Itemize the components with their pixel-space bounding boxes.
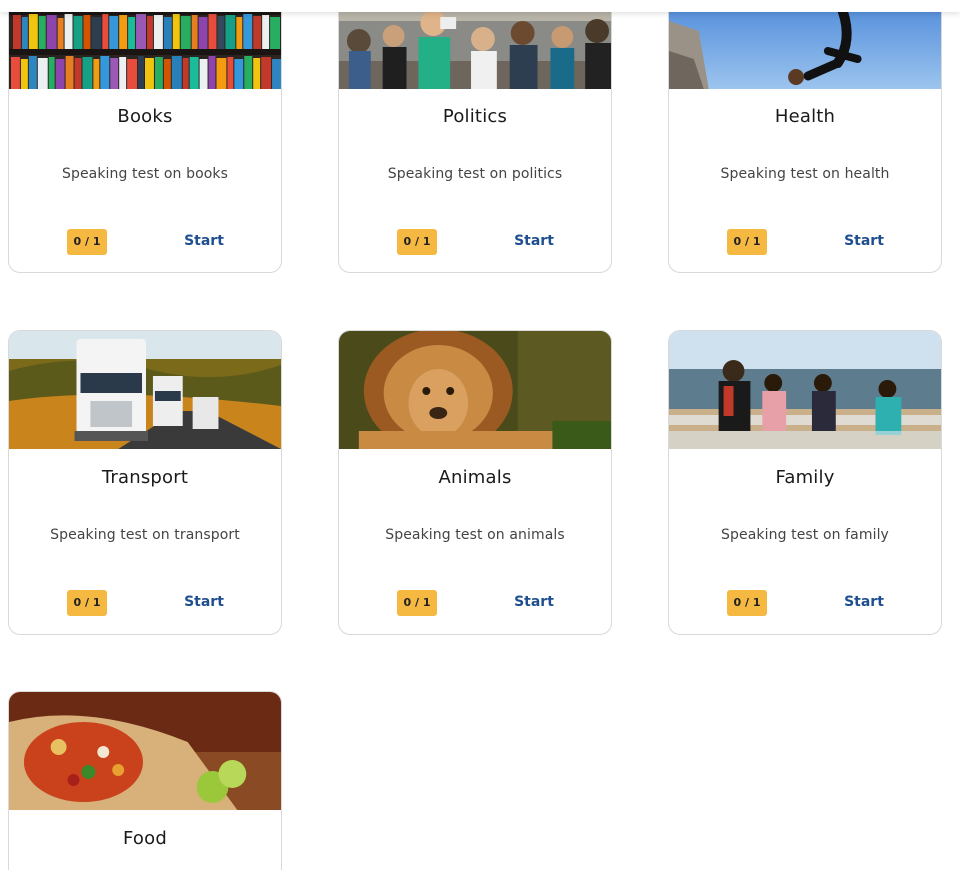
progress-badge: 0 / 1 <box>67 229 107 255</box>
progress-badge: 0 / 1 <box>397 590 437 616</box>
animals-image <box>339 331 611 449</box>
card-transport[interactable]: Transport Speaking test on transport 0 /… <box>8 330 282 635</box>
card-description: Speaking test on health <box>720 166 890 182</box>
card-food[interactable]: Food <box>8 691 282 870</box>
health-image <box>669 0 941 89</box>
start-button[interactable]: Start <box>819 233 909 249</box>
transport-image <box>9 331 281 449</box>
start-button[interactable]: Start <box>159 233 249 249</box>
card-description: Speaking test on family <box>721 527 889 543</box>
card-animals[interactable]: Animals Speaking test on animals 0 / 1 S… <box>338 330 612 635</box>
card-title: Animals <box>438 467 512 488</box>
top-bar <box>0 0 960 12</box>
start-button[interactable]: Start <box>489 233 579 249</box>
card-title: Politics <box>442 106 508 127</box>
start-button[interactable]: Start <box>819 594 909 610</box>
card-title: Family <box>775 467 835 488</box>
start-button[interactable]: Start <box>489 594 579 610</box>
progress-badge: 0 / 1 <box>727 229 767 255</box>
card-title: Transport <box>101 467 189 488</box>
card-description: Speaking test on politics <box>387 166 563 182</box>
progress-badge: 0 / 1 <box>397 229 437 255</box>
card-description: Speaking test on transport <box>50 527 240 543</box>
start-button[interactable]: Start <box>159 594 249 610</box>
card-politics[interactable]: Politics Speaking test on politics 0 / 1… <box>338 0 612 273</box>
card-health[interactable]: Health Speaking test on health 0 / 1 Sta… <box>668 0 942 273</box>
card-title: Health <box>774 106 836 127</box>
card-description: Speaking test on books <box>61 166 229 182</box>
card-title: Food <box>123 828 167 849</box>
books-image <box>9 0 281 89</box>
progress-badge: 0 / 1 <box>727 590 767 616</box>
food-image <box>9 692 281 810</box>
card-description: Speaking test on animals <box>385 527 565 543</box>
family-image <box>669 331 941 449</box>
card-title: Books <box>117 106 173 127</box>
progress-badge: 0 / 1 <box>67 590 107 616</box>
card-books[interactable]: Books Speaking test on books 0 / 1 Start <box>8 0 282 273</box>
card-family[interactable]: Family Speaking test on family 0 / 1 Sta… <box>668 330 942 635</box>
politics-image <box>339 0 611 89</box>
